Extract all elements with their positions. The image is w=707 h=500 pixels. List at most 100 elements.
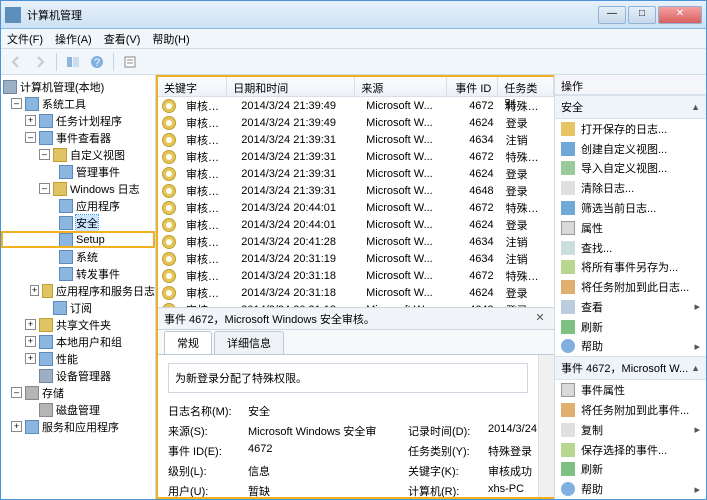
expand-icon[interactable]: + — [30, 285, 39, 296]
action-import-custom-view[interactable]: 导入自定义视图... — [555, 159, 706, 179]
actions-group-event[interactable]: 事件 4672，Microsoft W...▲ — [555, 356, 706, 380]
tree-eventviewer[interactable]: –事件查看器 — [1, 129, 155, 146]
action-create-custom-view[interactable]: 创建自定义视图... — [555, 139, 706, 159]
col-keyword[interactable]: 关键字 — [158, 77, 227, 96]
collapse-icon[interactable]: ▲ — [691, 363, 700, 373]
value-logname: 安全 — [248, 403, 408, 419]
tree-winlogs[interactable]: –Windows 日志 — [1, 180, 155, 197]
minimize-button[interactable]: — — [598, 6, 626, 24]
tree-storage[interactable]: –存储 — [1, 384, 155, 401]
nav-forward-button[interactable] — [29, 51, 51, 73]
tree-setup[interactable]: Setup — [1, 231, 155, 248]
tree-shared[interactable]: +共享文件夹 — [1, 316, 155, 333]
action-open-saved-log[interactable]: 打开保存的日志... — [555, 119, 706, 139]
cell-keyword: 审核成功 — [180, 234, 235, 250]
table-row[interactable]: 审核成功 2014/3/24 20:31:19 Microsoft W... 4… — [158, 250, 554, 267]
table-row[interactable]: 审核成功 2014/3/24 20:31:18 Microsoft W... 4… — [158, 267, 554, 284]
tree-performance[interactable]: +性能 — [1, 350, 155, 367]
menu-help[interactable]: 帮助(H) — [152, 31, 189, 47]
action-help[interactable]: 帮助▸ — [555, 337, 706, 357]
help-button[interactable]: ? — [86, 51, 108, 73]
details-scrollbar[interactable] — [538, 355, 554, 497]
table-row[interactable]: 审核成功 2014/3/24 21:39:31 Microsoft W... 4… — [158, 165, 554, 182]
tree-application[interactable]: 应用程序 — [1, 197, 155, 214]
tree-adminevents[interactable]: 管理事件 — [1, 163, 155, 180]
table-row[interactable]: 审核成功 2014/3/24 20:44:01 Microsoft W... 4… — [158, 199, 554, 216]
collapse-icon[interactable]: – — [39, 149, 50, 160]
action-attach-task-event[interactable]: 将任务附加到此事件... — [555, 400, 706, 420]
nav-back-button[interactable] — [5, 51, 27, 73]
cell-datetime: 2014/3/24 21:39:31 — [235, 185, 360, 197]
properties-button[interactable] — [119, 51, 141, 73]
table-row[interactable]: 审核成功 2014/3/24 21:39:49 Microsoft W... 4… — [158, 114, 554, 131]
tree-diskmgmt[interactable]: 磁盘管理 — [1, 401, 155, 418]
action-find[interactable]: 查找... — [555, 238, 706, 258]
list-body[interactable]: 审核成功 2014/3/24 21:39:49 Microsoft W... 4… — [158, 97, 554, 307]
tree-system[interactable]: 系统 — [1, 248, 155, 265]
actions-group-security[interactable]: 安全▲ — [555, 95, 706, 119]
tree-root[interactable]: 计算机管理(本地) — [1, 78, 155, 95]
tab-details[interactable]: 详细信息 — [214, 331, 284, 354]
tree-customviews[interactable]: –自定义视图 — [1, 146, 155, 163]
cell-source: Microsoft W... — [360, 287, 450, 299]
action-help-2[interactable]: 帮助▸ — [555, 479, 706, 499]
tree-forwarded[interactable]: 转发事件 — [1, 265, 155, 282]
action-refresh-2[interactable]: 刷新 — [555, 460, 706, 480]
table-row[interactable]: 审核成功 2014/3/24 21:39:31 Microsoft W... 4… — [158, 131, 554, 148]
action-save-selected[interactable]: 保存选择的事件... — [555, 440, 706, 460]
tree-subscriptions[interactable]: 订阅 — [1, 299, 155, 316]
action-properties[interactable]: 属性 — [555, 218, 706, 238]
collapse-icon[interactable]: ▲ — [691, 102, 700, 112]
attach-icon — [561, 403, 575, 417]
tree-scheduler[interactable]: +任务计划程序 — [1, 112, 155, 129]
menu-view[interactable]: 查看(V) — [104, 31, 141, 47]
tab-general[interactable]: 常规 — [164, 331, 212, 354]
tree-security[interactable]: 安全 — [1, 214, 155, 231]
expand-icon[interactable]: + — [11, 421, 22, 432]
expand-icon[interactable]: + — [25, 336, 36, 347]
close-button[interactable]: ✕ — [658, 6, 702, 24]
view-icon — [561, 300, 575, 314]
label-level: 级别(L): — [168, 463, 248, 479]
collapse-icon[interactable]: – — [11, 98, 22, 109]
show-hide-tree-button[interactable] — [62, 51, 84, 73]
cell-taskcat: 特殊登录 — [500, 200, 554, 216]
tree-appsvclogs[interactable]: +应用程序和服务日志 — [1, 282, 155, 299]
collapse-icon[interactable]: – — [39, 183, 50, 194]
funnel-icon — [561, 201, 575, 215]
col-taskcat[interactable]: 任务类别 — [498, 77, 554, 96]
action-attach-task-log[interactable]: 将任务附加到此日志... — [555, 277, 706, 297]
table-row[interactable]: 审核成功 2014/3/24 20:41:28 Microsoft W... 4… — [158, 233, 554, 250]
details-close-button[interactable]: ✕ — [532, 311, 548, 327]
tree-services[interactable]: +服务和应用程序 — [1, 418, 155, 435]
expand-icon[interactable]: + — [25, 353, 36, 364]
table-row[interactable]: 审核成功 2014/3/24 21:39:31 Microsoft W... 4… — [158, 148, 554, 165]
collapse-icon[interactable]: – — [25, 132, 36, 143]
table-row[interactable]: 审核成功 2014/3/24 21:39:49 Microsoft W... 4… — [158, 97, 554, 114]
col-eventid[interactable]: 事件 ID — [447, 77, 498, 96]
collapse-icon[interactable]: – — [11, 387, 22, 398]
col-source[interactable]: 来源 — [355, 77, 447, 96]
attach-icon — [561, 280, 575, 294]
action-event-properties[interactable]: 事件属性 — [555, 380, 706, 400]
cell-eventid: 4648 — [450, 185, 500, 197]
menu-action[interactable]: 操作(A) — [55, 31, 92, 47]
action-copy[interactable]: 复制▸ — [555, 420, 706, 440]
menu-file[interactable]: 文件(F) — [7, 31, 43, 47]
maximize-button[interactable]: □ — [628, 6, 656, 24]
action-clear-log[interactable]: 清除日志... — [555, 178, 706, 198]
action-refresh[interactable]: 刷新 — [555, 317, 706, 337]
table-row[interactable]: 审核成功 2014/3/24 21:39:31 Microsoft W... 4… — [158, 182, 554, 199]
tree-devmgr[interactable]: 设备管理器 — [1, 367, 155, 384]
action-save-all[interactable]: 将所有事件另存为... — [555, 257, 706, 277]
table-row[interactable]: 审核成功 2014/3/24 20:31:18 Microsoft W... 4… — [158, 284, 554, 301]
action-filter-log[interactable]: 筛选当前日志... — [555, 198, 706, 218]
table-row[interactable]: 审核成功 2014/3/24 20:44:01 Microsoft W... 4… — [158, 216, 554, 233]
tree-localusers[interactable]: +本地用户和组 — [1, 333, 155, 350]
log-icon — [59, 199, 73, 213]
action-view[interactable]: 查看▸ — [555, 297, 706, 317]
expand-icon[interactable]: + — [25, 319, 36, 330]
col-datetime[interactable]: 日期和时间 — [227, 77, 355, 96]
tree-systools[interactable]: –系统工具 — [1, 95, 155, 112]
expand-icon[interactable]: + — [25, 115, 36, 126]
